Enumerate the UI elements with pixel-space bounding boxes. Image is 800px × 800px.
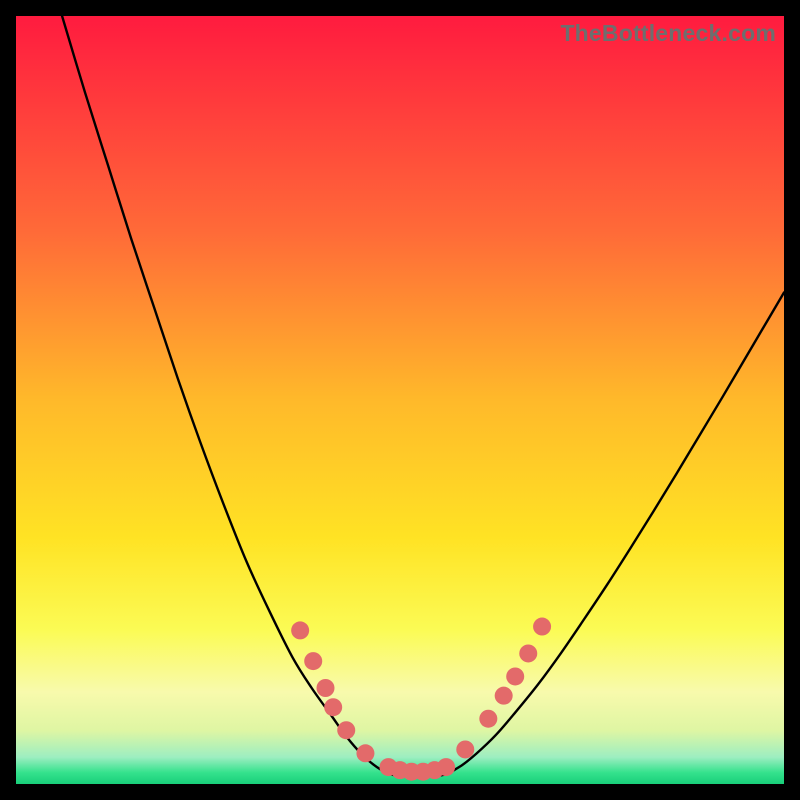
curve-marker (506, 667, 524, 685)
curve-marker (304, 652, 322, 670)
curve-marker (533, 618, 551, 636)
curve-marker (356, 744, 374, 762)
curve-marker (479, 710, 497, 728)
curve-marker (291, 621, 309, 639)
watermark-text: TheBottleneck.com (560, 20, 776, 47)
chart-frame: TheBottleneck.com (16, 16, 784, 784)
curve-marker (337, 721, 355, 739)
gradient-background (16, 16, 784, 784)
curve-marker (456, 740, 474, 758)
curve-marker (324, 698, 342, 716)
curve-marker (519, 644, 537, 662)
curve-marker (317, 679, 335, 697)
curve-marker (437, 758, 455, 776)
curve-marker (495, 687, 513, 705)
chart-svg (16, 16, 784, 784)
